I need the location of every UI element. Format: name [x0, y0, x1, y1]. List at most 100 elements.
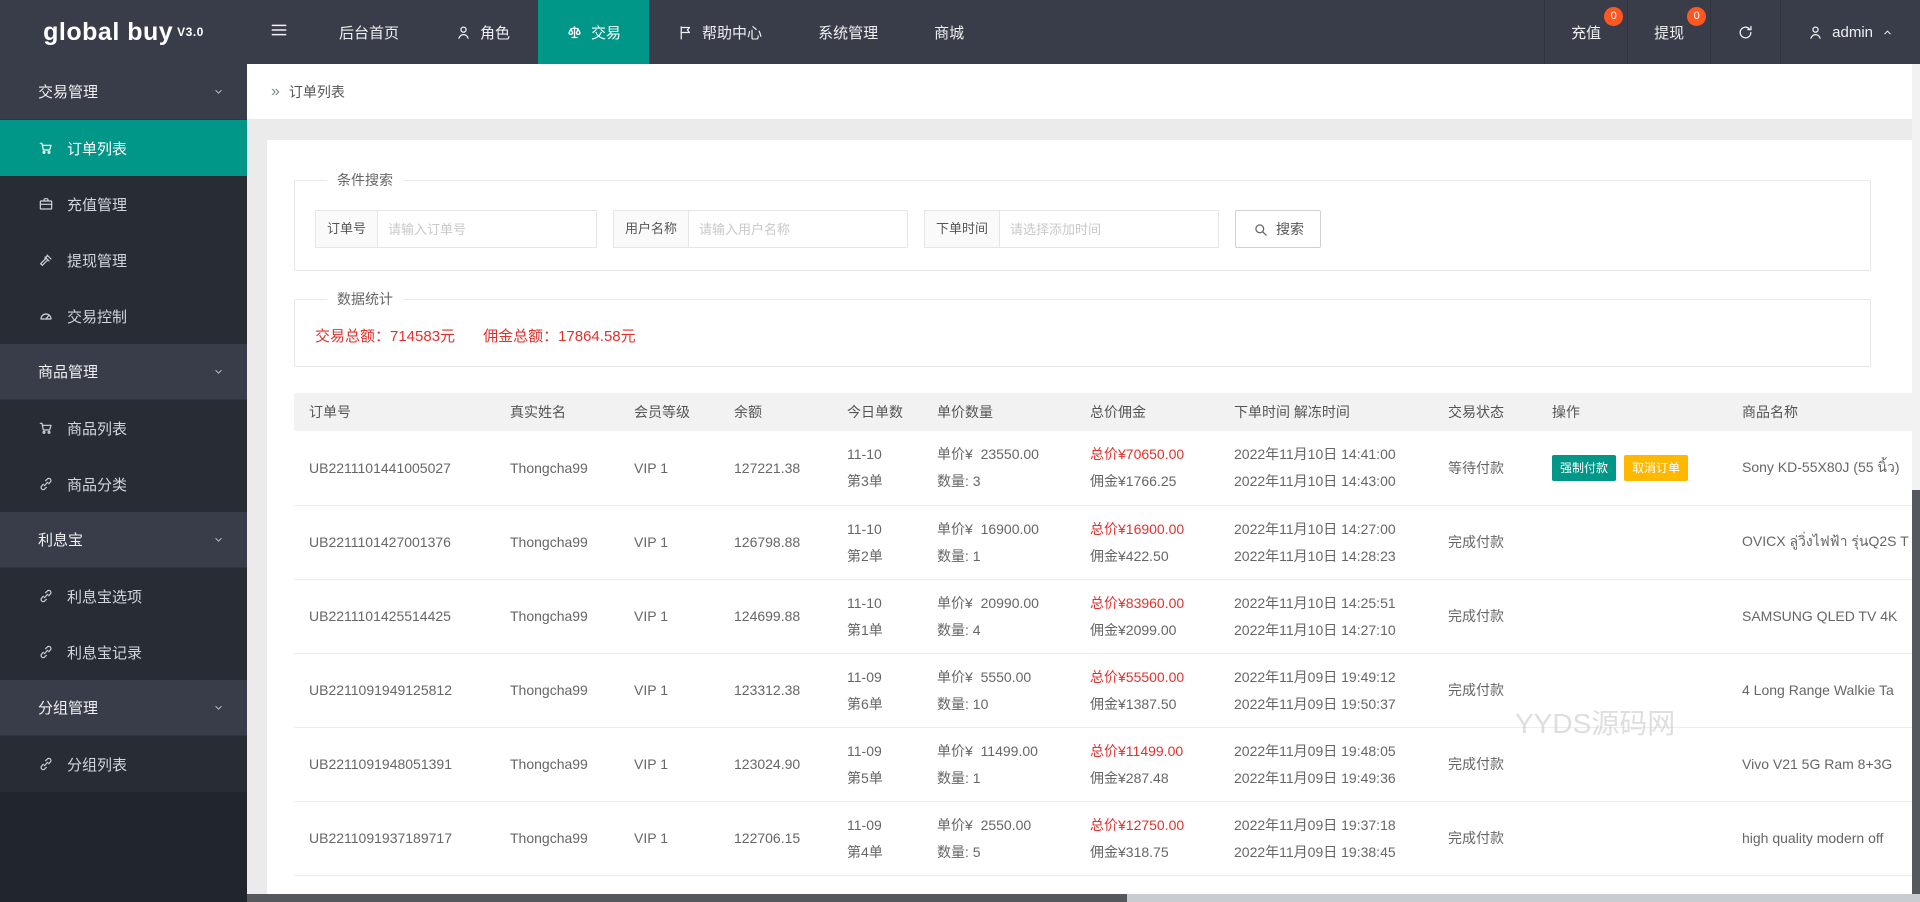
cell-line: 2022年11月10日 14:28:23 — [1234, 547, 1396, 564]
cell-actions — [1537, 727, 1727, 802]
hamburger-icon — [269, 20, 289, 45]
cell-line: 佣金¥287.48 — [1090, 769, 1169, 786]
cell-trade-status: 完成付款 — [1433, 727, 1537, 802]
order-time-field-label: 下单时间 — [924, 210, 1001, 248]
sidebar-item-interest-options[interactable]: 利息宝选项 — [0, 568, 247, 624]
cell-line: 第6单 — [847, 695, 883, 712]
order-no-field-label: 订单号 — [315, 210, 379, 248]
chevron-down-icon — [212, 533, 225, 546]
horizontal-scrollbar[interactable] — [247, 894, 1920, 902]
group-goods-management[interactable]: 商品管理 — [0, 344, 247, 400]
cell-line: 佣金¥2099.00 — [1090, 621, 1177, 638]
cell-line: 11-09 — [847, 816, 882, 833]
user-name-field-input[interactable] — [688, 210, 909, 248]
sidebar-item-interest-options-label: 利息宝选项 — [67, 588, 143, 606]
user-name-field-label: 用户名称 — [613, 210, 690, 248]
cell-member-level: VIP 1 — [619, 727, 719, 802]
cell-product-name: high quality modern off — [1727, 801, 1920, 876]
cell-order-unfreeze-time: 2022年11月09日 19:48:05 2022年11月09日 19:49:36 — [1219, 727, 1433, 802]
withdraw-button[interactable]: 提现 0 — [1627, 0, 1710, 64]
content-card: 条件搜索 订单号 用户名称 下单时间 搜索 数据统计 交易总额：714583元 佣金… — [267, 140, 1920, 902]
cell-actions — [1537, 653, 1727, 728]
cell-real-name: Thongcha99 — [495, 653, 619, 728]
flag-icon — [677, 24, 694, 41]
cell-line: 2022年11月09日 19:38:45 — [1234, 843, 1396, 860]
link-icon — [38, 588, 54, 604]
sidebar-item-group-list-label: 分组列表 — [67, 756, 128, 774]
table-row: UB2211091949125812 Thongcha99 VIP 1 123312.… — [294, 653, 1920, 728]
sidebar-item-withdraw-management[interactable]: 提现管理 — [0, 232, 247, 288]
vertical-scrollbar-thumb[interactable] — [1912, 490, 1920, 894]
cell-line: 总价¥55500.00 — [1090, 668, 1185, 685]
horizontal-scrollbar-thumb[interactable] — [247, 894, 1127, 902]
cell-order-unfreeze-time: 2022年11月09日 19:49:12 2022年11月09日 19:50:37 — [1219, 653, 1433, 728]
cart-icon — [38, 140, 54, 156]
table-row: UB2211101441005027 Thongcha99 VIP 1 127221.… — [294, 431, 1920, 506]
sidebar-item-order-list[interactable]: 订单列表 — [0, 120, 247, 176]
group-trade-management[interactable]: 交易管理 — [0, 64, 247, 120]
chevron-up-icon — [1881, 26, 1894, 39]
nav-system[interactable]: 系统管理 — [790, 0, 906, 64]
cell-today-orders: 11-09 第4单 — [832, 801, 922, 876]
cell-unit-price-qty: 单价¥ 20990.00 数量: 4 — [922, 579, 1075, 654]
group-interest-treasure[interactable]: 利息宝 — [0, 512, 247, 568]
cell-actions — [1537, 579, 1727, 654]
cart-icon — [38, 420, 54, 436]
nav-trade[interactable]: 交易 — [538, 0, 650, 64]
cell-trade-status: 完成付款 — [1433, 579, 1537, 654]
nav-mall-label: 商城 — [934, 24, 965, 42]
refresh-button[interactable] — [1710, 0, 1780, 64]
sidebar-item-goods-category-label: 商品分类 — [67, 476, 128, 494]
cell-order-unfreeze-time: 2022年11月10日 14:41:00 2022年11月10日 14:43:00 — [1219, 431, 1433, 506]
order-time-field-input[interactable] — [999, 210, 1220, 248]
column-header: 商品名称 — [1727, 393, 1920, 431]
cell-member-level: VIP 1 — [619, 431, 719, 506]
sidebar-item-interest-records[interactable]: 利息宝记录 — [0, 624, 247, 680]
cell-member-level: VIP 1 — [619, 801, 719, 876]
cell-trade-status: 等待付款 — [1433, 431, 1537, 506]
sidebar-item-group-list[interactable]: 分组列表 — [0, 736, 247, 792]
order-no-field-input[interactable] — [377, 210, 598, 248]
total-transaction-amount: 交易总额：714583元 — [315, 328, 456, 345]
cell-line: 第3单 — [847, 473, 883, 490]
cell-line: 第2单 — [847, 547, 883, 564]
sidebar-item-trade-control[interactable]: 交易控制 — [0, 288, 247, 344]
cell-order-unfreeze-time: 2022年11月09日 19:37:18 2022年11月09日 19:38:45 — [1219, 801, 1433, 876]
cell-total-commission: 总价¥11499.00 佣金¥287.48 — [1075, 727, 1219, 802]
search-button[interactable]: 搜索 — [1235, 210, 1322, 248]
nav-help-center[interactable]: 帮助中心 — [649, 0, 790, 64]
recharge-button[interactable]: 充值 0 — [1544, 0, 1627, 64]
nav-roles[interactable]: 角色 — [427, 0, 538, 64]
orders-table: 订单号 真实姓名 会员等级 余额 今日单数 单价数量 总价佣金 下单时间 解冻时间 交易状态 操作… — [294, 393, 1920, 902]
cell-unit-price-qty: 单价¥ 5550.00 数量: 10 — [922, 653, 1075, 728]
nav-mall[interactable]: 商城 — [906, 0, 992, 64]
cell-line: 11-09 — [847, 742, 882, 759]
sidebar-item-recharge-management[interactable]: 充值管理 — [0, 176, 247, 232]
sidebar-item-goods-list[interactable]: 商品列表 — [0, 400, 247, 456]
column-header: 下单时间 解冻时间 — [1219, 393, 1433, 431]
nav-dashboard[interactable]: 后台首页 — [311, 0, 427, 64]
chevron-down-icon — [212, 701, 225, 714]
group-goods-management-label: 商品管理 — [38, 364, 99, 381]
cell-real-name: Thongcha99 — [495, 727, 619, 802]
sidebar-item-goods-category[interactable]: 商品分类 — [0, 456, 247, 512]
cell-line: 2022年11月09日 19:37:18 — [1234, 816, 1396, 833]
stats-legend: 数据统计 — [337, 291, 393, 307]
user-menu[interactable]: admin — [1780, 0, 1920, 64]
cell-line: 总价¥11499.00 — [1090, 742, 1184, 759]
cell-balance: 123312.38 — [719, 653, 832, 728]
app-version: V3.0 — [177, 25, 204, 39]
cancel-order-button[interactable]: 取消订单 — [1624, 454, 1689, 481]
breadcrumb: » 订单列表 — [247, 64, 1920, 119]
vertical-scrollbar[interactable] — [1912, 64, 1920, 894]
group-grouping-management[interactable]: 分组管理 — [0, 680, 247, 736]
column-header: 真实姓名 — [495, 393, 619, 431]
cell-line: 佣金¥318.75 — [1090, 843, 1169, 860]
withdraw-button-label: 提现 — [1654, 24, 1685, 42]
cell-trade-status: 完成付款 — [1433, 505, 1537, 580]
cell-line: 2022年11月10日 14:27:00 — [1234, 520, 1396, 537]
sidebar-toggle-button[interactable] — [247, 0, 311, 64]
force-pay-button[interactable]: 强制付款 — [1552, 454, 1617, 481]
user-name-field: 用户名称 — [613, 210, 909, 248]
gavel-icon — [38, 252, 54, 268]
